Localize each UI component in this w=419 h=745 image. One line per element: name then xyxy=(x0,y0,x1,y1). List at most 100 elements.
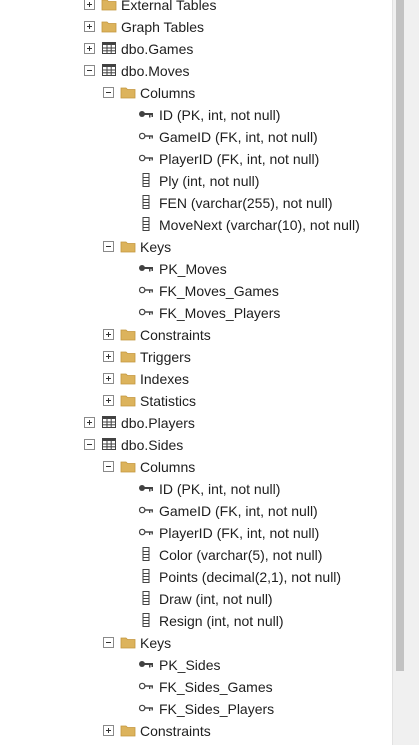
column-icon xyxy=(138,568,154,584)
tree-node[interactable]: MoveNext (varchar(10), not null) xyxy=(0,214,392,236)
tree-node-label[interactable]: Indexes xyxy=(140,369,189,389)
expand-icon[interactable] xyxy=(103,725,114,736)
tree-node-label[interactable]: Color (varchar(5), not null) xyxy=(159,545,322,565)
table-icon xyxy=(101,414,117,430)
tree-node[interactable]: External Tables xyxy=(0,0,392,16)
tree-node[interactable]: Keys xyxy=(0,236,392,258)
folder-icon xyxy=(120,392,136,408)
column-icon xyxy=(138,590,154,606)
tree-node-label[interactable]: GameID (FK, int, not null) xyxy=(159,127,318,147)
collapse-icon[interactable] xyxy=(84,439,95,450)
tree-node[interactable]: Keys xyxy=(0,632,392,654)
tree-node-label[interactable]: Columns xyxy=(140,83,195,103)
expand-icon[interactable] xyxy=(84,43,95,54)
tree-node[interactable]: Constraints xyxy=(0,324,392,346)
tree-node-label[interactable]: PK_Moves xyxy=(159,259,227,279)
folder-icon xyxy=(120,722,136,738)
foreign-key-icon xyxy=(138,502,154,518)
folder-icon xyxy=(120,634,136,650)
tree-node[interactable]: GameID (FK, int, not null) xyxy=(0,126,392,148)
table-icon xyxy=(101,40,117,56)
tree-node-label[interactable]: Keys xyxy=(140,237,171,257)
object-explorer-tree[interactable]: External Tables Graph Tables dbo.Games dbo.… xyxy=(0,0,392,745)
tree-node[interactable]: Points (decimal(2,1), not null) xyxy=(0,566,392,588)
expand-icon[interactable] xyxy=(103,329,114,340)
tree-node-label[interactable]: Columns xyxy=(140,457,195,477)
expand-icon[interactable] xyxy=(103,395,114,406)
tree-node[interactable]: FK_Moves_Players xyxy=(0,302,392,324)
tree-node-label[interactable]: ID (PK, int, not null) xyxy=(159,479,280,499)
tree-node[interactable]: FK_Sides_Games xyxy=(0,676,392,698)
tree-node-label[interactable]: Draw (int, not null) xyxy=(159,589,273,609)
expand-icon[interactable] xyxy=(84,0,95,10)
tree-node-label[interactable]: Points (decimal(2,1), not null) xyxy=(159,567,341,587)
collapse-icon[interactable] xyxy=(103,87,114,98)
collapse-icon[interactable] xyxy=(103,461,114,472)
tree-node-label[interactable]: FEN (varchar(255), not null) xyxy=(159,193,333,213)
tree-node-label[interactable]: FK_Sides_Games xyxy=(159,677,273,697)
tree-node[interactable]: FK_Moves_Games xyxy=(0,280,392,302)
tree-node[interactable]: Triggers xyxy=(0,346,392,368)
tree-node[interactable]: dbo.Games xyxy=(0,38,392,60)
expand-icon[interactable] xyxy=(103,373,114,384)
collapse-icon[interactable] xyxy=(103,241,114,252)
tree-node-label[interactable]: Constraints xyxy=(140,721,211,741)
vertical-scrollbar[interactable] xyxy=(392,0,419,745)
expand-icon[interactable] xyxy=(103,351,114,362)
tree-node[interactable]: Constraints xyxy=(0,720,392,742)
tree-node[interactable]: GameID (FK, int, not null) xyxy=(0,500,392,522)
tree-node-label[interactable]: FK_Moves_Games xyxy=(159,281,279,301)
tree-node[interactable]: Columns xyxy=(0,82,392,104)
column-icon xyxy=(138,194,154,210)
tree-node-label[interactable]: dbo.Players xyxy=(121,413,195,433)
tree-node-label[interactable]: dbo.Moves xyxy=(121,61,189,81)
expand-icon[interactable] xyxy=(84,417,95,428)
tree-node[interactable]: ID (PK, int, not null) xyxy=(0,104,392,126)
tree-node[interactable]: Graph Tables xyxy=(0,16,392,38)
tree-node-label[interactable]: MoveNext (varchar(10), not null) xyxy=(159,215,360,235)
tree-node[interactable]: Statistics xyxy=(0,390,392,412)
tree-node-label[interactable]: Keys xyxy=(140,633,171,653)
tree-node[interactable]: Color (varchar(5), not null) xyxy=(0,544,392,566)
tree-node-label[interactable]: Resign (int, not null) xyxy=(159,611,284,631)
tree-node[interactable]: ID (PK, int, not null) xyxy=(0,478,392,500)
tree-node-label[interactable]: Statistics xyxy=(140,391,196,411)
tree-node[interactable]: dbo.Moves xyxy=(0,60,392,82)
tree-node-label[interactable]: External Tables xyxy=(121,0,216,15)
tree-node[interactable]: PlayerID (FK, int, not null) xyxy=(0,522,392,544)
collapse-icon[interactable] xyxy=(84,65,95,76)
tree-node-label[interactable]: GameID (FK, int, not null) xyxy=(159,501,318,521)
tree-node[interactable]: PlayerID (FK, int, not null) xyxy=(0,148,392,170)
tree-node-label[interactable]: PlayerID (FK, int, not null) xyxy=(159,523,319,543)
collapse-icon[interactable] xyxy=(103,637,114,648)
tree-node-label[interactable]: PK_Sides xyxy=(159,655,220,675)
column-icon xyxy=(138,612,154,628)
tree-node[interactable]: Ply (int, not null) xyxy=(0,170,392,192)
tree-node[interactable]: dbo.Sides xyxy=(0,434,392,456)
tree-node[interactable]: PK_Moves xyxy=(0,258,392,280)
expand-icon[interactable] xyxy=(84,21,95,32)
scrollbar-thumb[interactable] xyxy=(396,0,404,671)
primary-key-icon xyxy=(138,480,154,496)
tree-node[interactable]: FEN (varchar(255), not null) xyxy=(0,192,392,214)
tree-node-label[interactable]: Graph Tables xyxy=(121,17,204,37)
tree-node[interactable]: Columns xyxy=(0,456,392,478)
tree-node-label[interactable]: Ply (int, not null) xyxy=(159,171,259,191)
tree-node-label[interactable]: ID (PK, int, not null) xyxy=(159,105,280,125)
tree-node[interactable]: FK_Sides_Players xyxy=(0,698,392,720)
tree-node-label[interactable]: PlayerID (FK, int, not null) xyxy=(159,149,319,169)
tree-node-label[interactable]: Triggers xyxy=(140,347,191,367)
tree-node[interactable]: Indexes xyxy=(0,368,392,390)
column-icon xyxy=(138,216,154,232)
tree-node[interactable]: dbo.Players xyxy=(0,412,392,434)
tree-node[interactable]: Resign (int, not null) xyxy=(0,610,392,632)
tree-node-label[interactable]: FK_Moves_Players xyxy=(159,303,280,323)
tree-node[interactable]: PK_Sides xyxy=(0,654,392,676)
foreign-key-icon xyxy=(138,304,154,320)
folder-icon xyxy=(101,0,117,12)
tree-node[interactable]: Draw (int, not null) xyxy=(0,588,392,610)
tree-node-label[interactable]: FK_Sides_Players xyxy=(159,699,274,719)
tree-node-label[interactable]: dbo.Sides xyxy=(121,435,183,455)
tree-node-label[interactable]: Constraints xyxy=(140,325,211,345)
tree-node-label[interactable]: dbo.Games xyxy=(121,39,193,59)
